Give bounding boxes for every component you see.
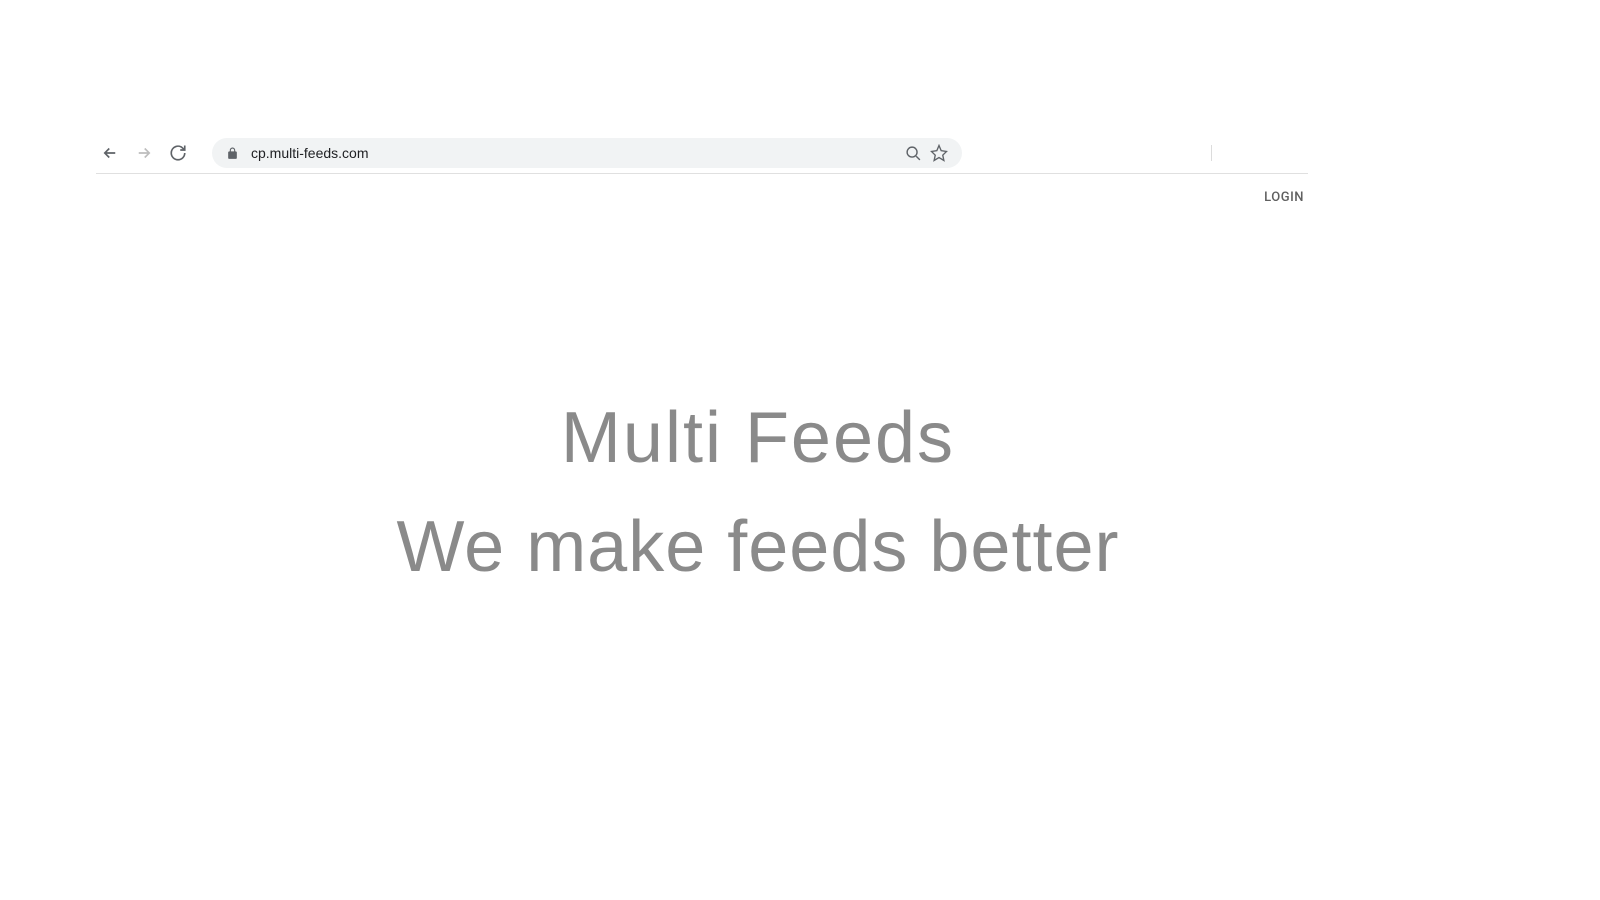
forward-button[interactable] — [130, 139, 158, 167]
back-button[interactable] — [96, 139, 124, 167]
bookmark-star-icon[interactable] — [930, 144, 948, 162]
url-input[interactable] — [251, 145, 897, 161]
toolbar-divider — [96, 173, 1308, 174]
browser-toolbar — [96, 138, 1310, 168]
arrow-right-icon — [135, 144, 153, 162]
hero-section: Multi Feeds We make feeds better — [0, 395, 1600, 595]
arrow-left-icon — [101, 144, 119, 162]
reload-icon — [169, 144, 187, 162]
vertical-divider — [1211, 145, 1212, 161]
reload-button[interactable] — [164, 139, 192, 167]
hero-title: Multi Feeds — [96, 395, 1420, 481]
hero-subtitle: We make feeds better — [96, 501, 1420, 595]
login-link[interactable]: LOGIN — [1264, 190, 1304, 205]
lock-icon — [226, 147, 239, 160]
zoom-icon[interactable] — [905, 145, 922, 162]
browser-chrome — [0, 0, 1600, 174]
address-bar[interactable] — [212, 138, 962, 168]
page-header: LOGIN — [1264, 186, 1304, 205]
